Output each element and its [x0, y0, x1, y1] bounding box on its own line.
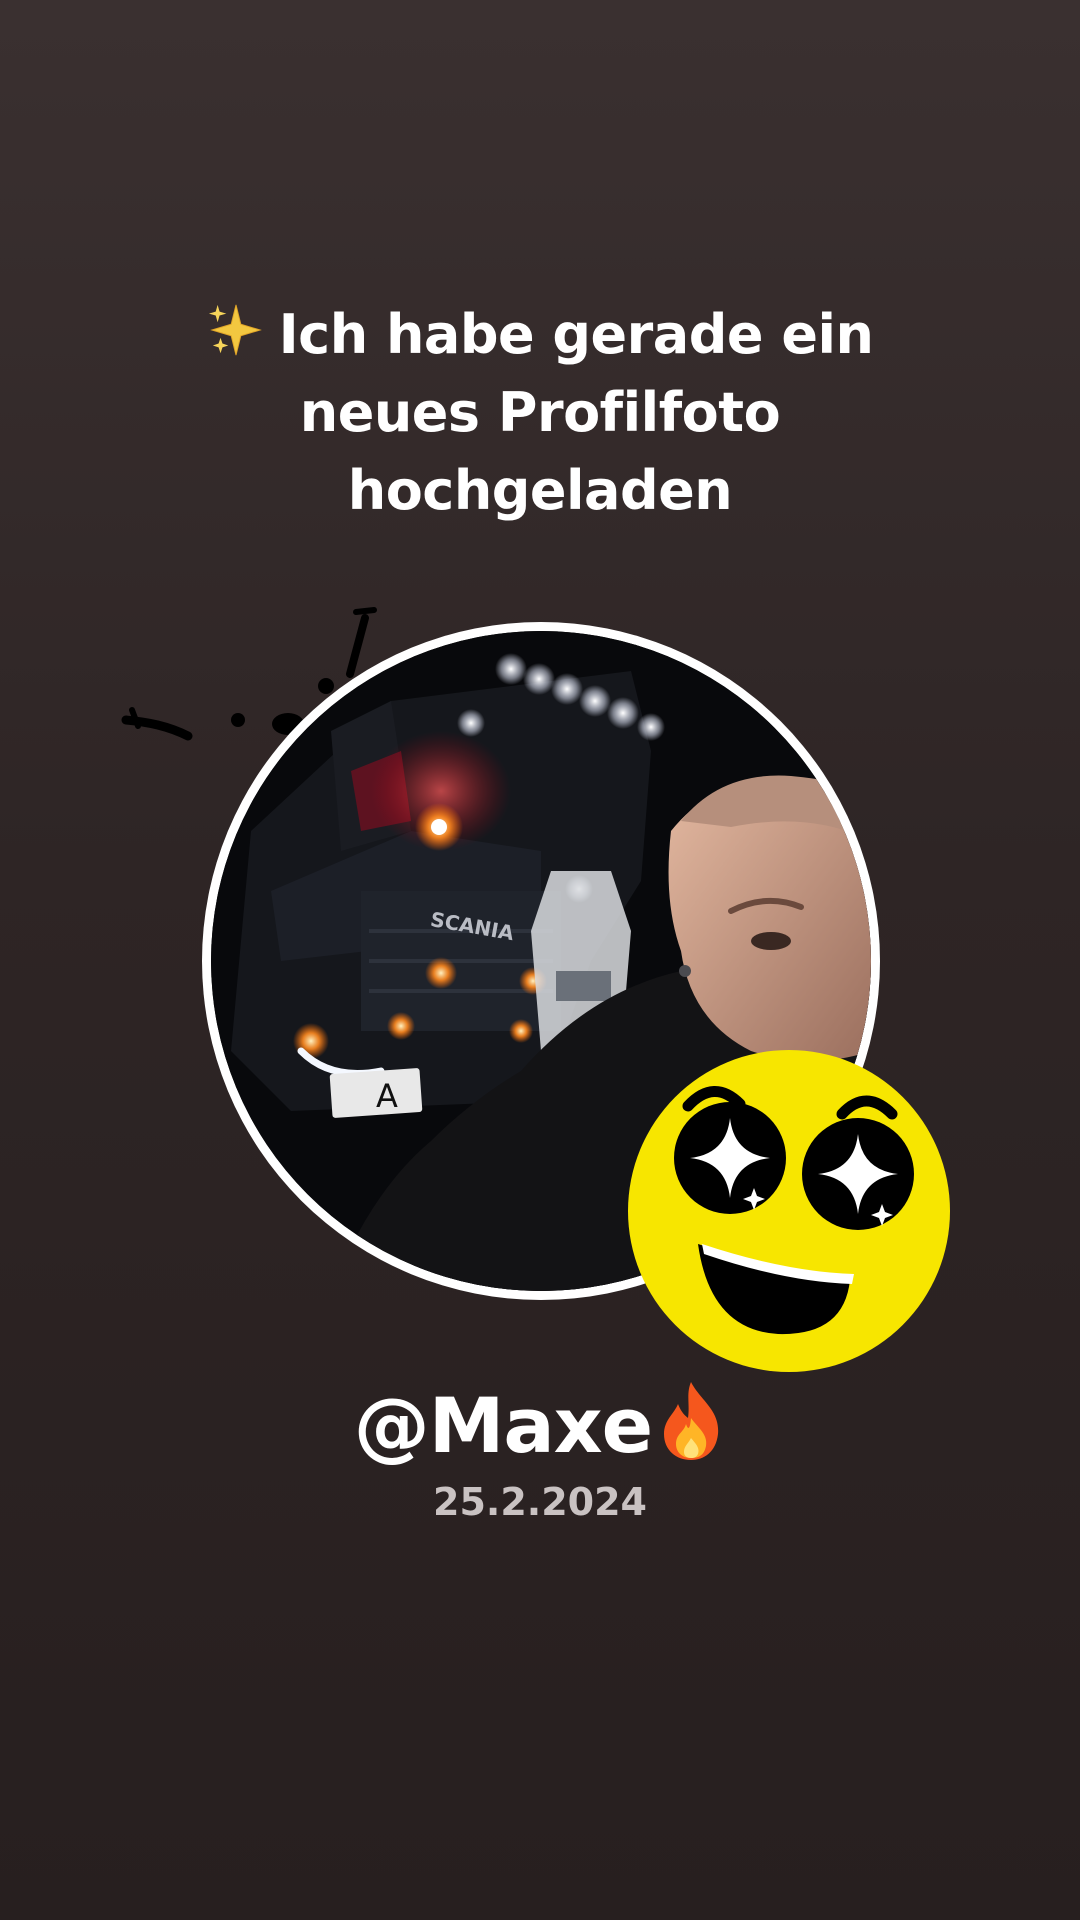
sparkles-icon	[208, 304, 262, 356]
headline-line-2: neues Profilfoto	[299, 381, 781, 444]
headline: Ich habe gerade ein neues Profilfoto hoc…	[140, 296, 940, 530]
profile-photo-story: Ich habe gerade ein neues Profilfoto hoc…	[0, 0, 1080, 1920]
svg-text:A: A	[376, 1077, 398, 1115]
username: @Maxe	[140, 1378, 940, 1474]
star-struck-face-icon	[628, 1050, 950, 1372]
post-date: 25.2.2024	[433, 1480, 647, 1524]
headline-line-3: hochgeladen	[347, 459, 733, 522]
fire-icon	[664, 1382, 719, 1460]
headline-line-1: Ich habe gerade ein	[140, 296, 940, 374]
